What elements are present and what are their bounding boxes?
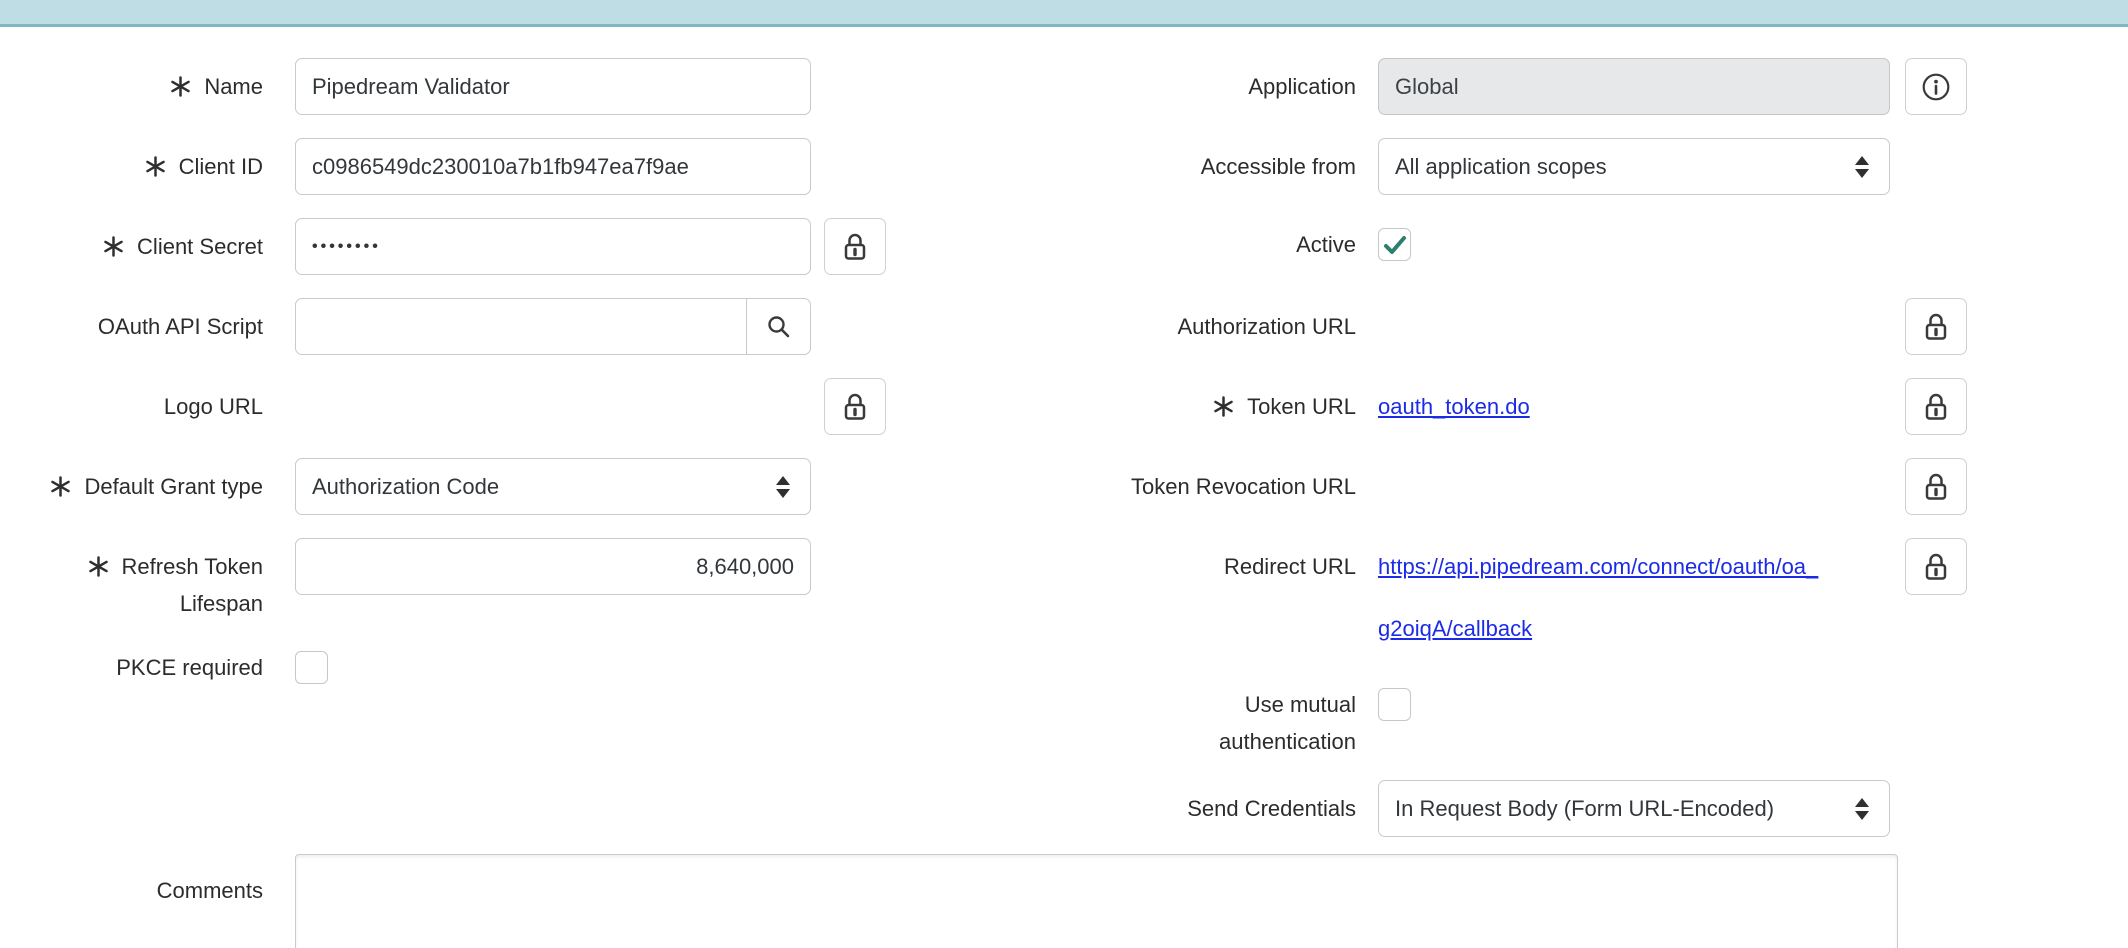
client-secret-input[interactable]: [295, 218, 811, 275]
client-id-input[interactable]: [295, 138, 811, 195]
oauth-api-script-lookup-button[interactable]: [746, 299, 810, 354]
authorization-url-lock-button[interactable]: [1905, 298, 1967, 355]
redirect-url-link-line1[interactable]: https://api.pipedream.com/connect/oauth/…: [1378, 538, 1818, 595]
token-revocation-url-label: Token Revocation URL: [1000, 458, 1356, 515]
logo-url-lock-button[interactable]: [824, 378, 886, 435]
application-label: Application: [1000, 58, 1356, 115]
required-asterisk-icon: [1213, 396, 1234, 417]
application-input: [1378, 58, 1890, 115]
name-label: Name: [0, 58, 263, 115]
send-credentials-select[interactable]: In Request Body (Form URL-Encoded): [1378, 780, 1890, 837]
select-arrows-icon: [776, 476, 790, 498]
accessible-from-label: Accessible from: [1000, 138, 1356, 195]
required-asterisk-icon: [145, 156, 166, 177]
lock-icon: [1923, 392, 1949, 422]
logo-url-label: Logo URL: [0, 378, 263, 435]
required-asterisk-icon: [170, 76, 191, 97]
active-label: Active: [1000, 228, 1356, 261]
oauth-api-script-label: OAuth API Script: [0, 298, 263, 355]
application-info-button[interactable]: [1905, 58, 1967, 115]
oauth-api-script-input[interactable]: [296, 299, 746, 354]
default-grant-type-label: Default Grant type: [0, 458, 263, 515]
lock-icon: [842, 232, 868, 262]
lock-icon: [1923, 472, 1949, 502]
search-icon: [766, 314, 792, 340]
oauth-api-script-field: [295, 298, 811, 355]
redirect-url-lock-button[interactable]: [1905, 538, 1967, 595]
lock-icon: [1923, 552, 1949, 582]
send-credentials-label: Send Credentials: [1000, 780, 1356, 837]
required-asterisk-icon: [88, 556, 109, 577]
lock-icon: [1923, 312, 1949, 342]
checkmark-icon: [1383, 233, 1407, 257]
refresh-token-lifespan-label: Refresh Token Lifespan: [0, 548, 263, 622]
active-checkbox[interactable]: [1378, 228, 1411, 261]
client-secret-lock-button[interactable]: [824, 218, 886, 275]
redirect-url-link-line2[interactable]: g2oiqA/callback: [1378, 600, 1532, 657]
client-id-label: Client ID: [0, 138, 263, 195]
token-url-link[interactable]: oauth_token.do: [1378, 378, 1530, 435]
pkce-required-label: PKCE required: [0, 651, 263, 684]
token-revocation-url-lock-button[interactable]: [1905, 458, 1967, 515]
redirect-url-label: Redirect URL: [1000, 538, 1356, 595]
comments-label: Comments: [0, 862, 263, 919]
authorization-url-label: Authorization URL: [1000, 298, 1356, 355]
required-asterisk-icon: [103, 236, 124, 257]
comments-textarea[interactable]: [295, 854, 1898, 948]
select-arrows-icon: [1855, 156, 1869, 178]
client-secret-label: Client Secret: [0, 218, 263, 275]
default-grant-type-select[interactable]: Authorization Code: [295, 458, 811, 515]
token-url-lock-button[interactable]: [1905, 378, 1967, 435]
pkce-required-checkbox[interactable]: [295, 651, 328, 684]
accessible-from-select[interactable]: All application scopes: [1378, 138, 1890, 195]
name-input[interactable]: [295, 58, 811, 115]
oauth-registry-form: Name Client ID Client Secret OAuth API S…: [0, 0, 2128, 948]
use-mutual-authentication-label: Use mutual authentication: [1000, 686, 1356, 760]
lock-icon: [842, 392, 868, 422]
refresh-token-lifespan-input[interactable]: [295, 538, 811, 595]
token-url-label: Token URL: [1000, 378, 1356, 435]
use-mutual-authentication-checkbox[interactable]: [1378, 688, 1411, 721]
required-asterisk-icon: [50, 476, 71, 497]
info-icon: [1921, 72, 1951, 102]
section-header-bar: [0, 0, 2128, 27]
select-arrows-icon: [1855, 798, 1869, 820]
